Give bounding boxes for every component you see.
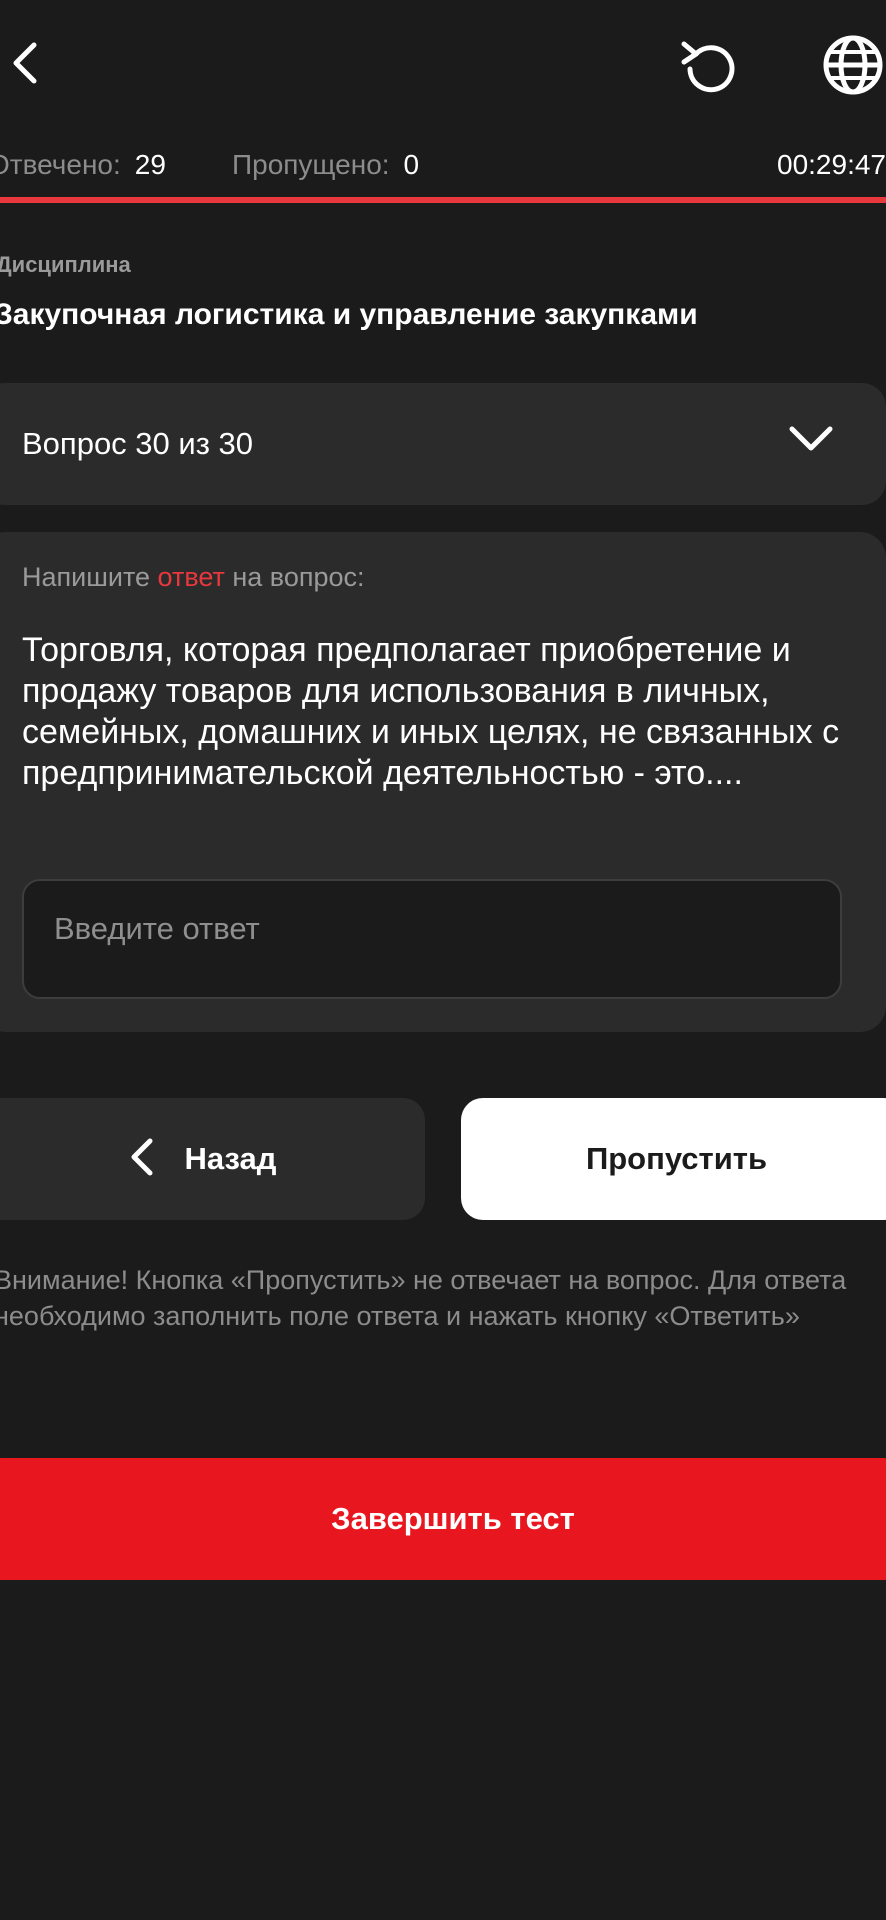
globe-icon (820, 32, 886, 98)
skipped-count: Пропущено: 0 (232, 145, 419, 185)
question-text: Торговля, которая предполагает приобрете… (22, 631, 840, 792)
skip-button-label: Пропустить (585, 1141, 768, 1176)
question-prompt: Напишите ответ на вопрос: (22, 562, 365, 593)
progress-bar (0, 197, 886, 203)
back-question-button[interactable]: Назад (0, 1098, 425, 1220)
answer-input[interactable] (22, 879, 842, 999)
skipped-value: 0 (403, 149, 420, 180)
language-button[interactable] (818, 30, 886, 100)
answered-value: 29 (134, 149, 166, 180)
reset-button[interactable] (674, 34, 744, 104)
prompt-text-before: Напишите (22, 562, 158, 592)
discipline-name: Закупочная логистика и управление закупк… (0, 298, 698, 331)
back-question-label: Назад (184, 1141, 277, 1176)
progress-fill (0, 197, 886, 203)
skipped-label: Пропущено: (232, 149, 390, 180)
chevron-left-icon (129, 1137, 155, 1182)
question-card: Напишите ответ на вопрос: Торговля, кото… (0, 532, 886, 1032)
timer: 00:29:47 (777, 149, 886, 180)
discipline-label: Дисциплина (0, 252, 131, 277)
finish-test-button[interactable]: Завершить тест (0, 1458, 886, 1580)
chevron-left-icon (10, 41, 40, 85)
skip-button[interactable]: Пропустить (461, 1098, 886, 1220)
finish-test-label: Завершить тест (331, 1501, 575, 1536)
chevron-down-icon (788, 424, 834, 459)
test-stats: Отвечено: 29 Пропущено: 0 00:29:47 (0, 145, 886, 185)
question-selector-label: Вопрос 30 из 30 (22, 426, 254, 461)
answered-count: Отвечено: 29 (0, 145, 166, 185)
question-selector[interactable]: Вопрос 30 из 30 (0, 383, 886, 505)
back-button[interactable] (0, 38, 50, 88)
skip-warning: Внимание! Кнопка «Пропустить» не отвечае… (0, 1265, 847, 1331)
prompt-text-after: на вопрос: (224, 562, 365, 592)
answered-label: Отвечено: (0, 149, 121, 180)
prompt-accent: ответ (157, 562, 225, 592)
reset-icon (676, 36, 742, 102)
